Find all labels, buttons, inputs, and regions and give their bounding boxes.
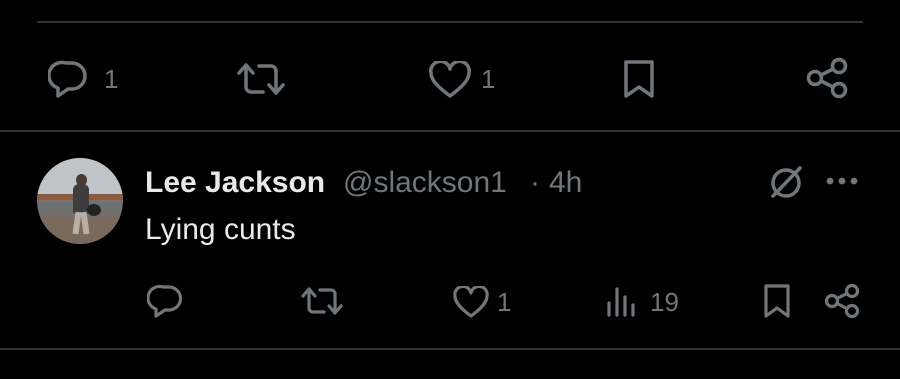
avatar[interactable] xyxy=(37,158,123,244)
author-handle[interactable]: @slackson1 xyxy=(343,166,507,200)
tweet-text: Lying cunts xyxy=(145,213,296,246)
retweet-icon[interactable] xyxy=(236,61,286,97)
tweet-time[interactable]: 4h xyxy=(549,166,582,200)
views-count: 19 xyxy=(650,287,679,317)
bottom-divider xyxy=(0,348,900,350)
reply-icon xyxy=(48,60,87,98)
more-icon[interactable] xyxy=(825,176,859,186)
top-reply-count: 1 xyxy=(104,64,119,94)
views-icon xyxy=(607,287,635,317)
top-like-count: 1 xyxy=(481,64,496,94)
bookmark-icon[interactable] xyxy=(621,58,657,100)
retweet-icon[interactable] xyxy=(300,285,344,317)
share-icon[interactable] xyxy=(805,56,849,100)
tweet-divider xyxy=(0,130,900,132)
like-icon xyxy=(429,61,471,98)
author-name[interactable]: Lee Jackson xyxy=(145,166,325,200)
reply-icon[interactable] xyxy=(147,283,185,319)
share-icon[interactable] xyxy=(823,282,861,320)
like-icon xyxy=(453,286,489,318)
bookmark-icon[interactable] xyxy=(762,283,792,319)
separator-dot: · xyxy=(530,166,540,199)
like-count: 1 xyxy=(497,287,512,317)
grok-icon[interactable] xyxy=(767,163,805,201)
top-divider xyxy=(37,21,863,23)
